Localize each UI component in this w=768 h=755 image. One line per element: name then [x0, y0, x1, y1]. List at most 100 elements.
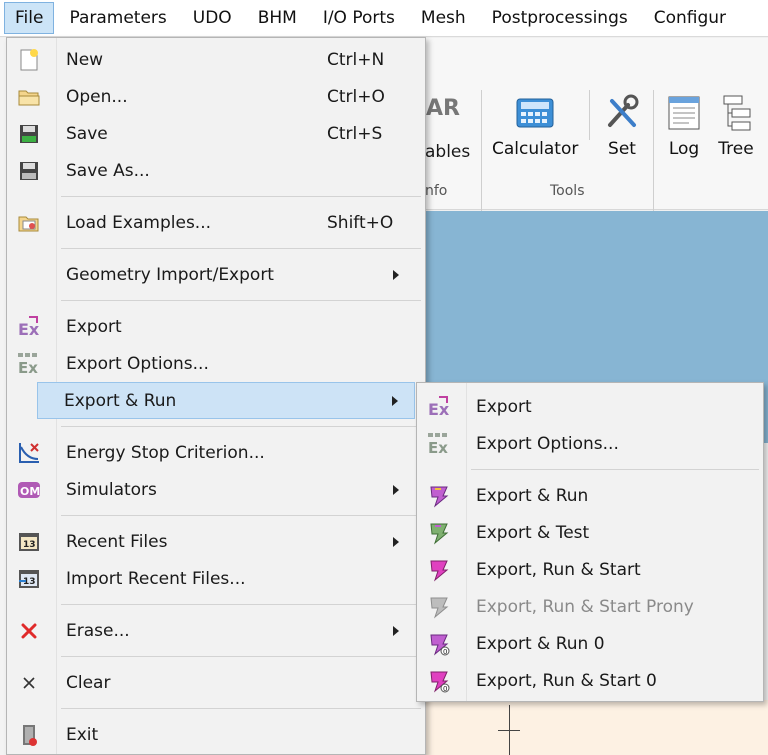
submenu-item-export-run-start-0[interactable]: 0 Export, Run & Start 0	[419, 662, 761, 699]
menu-item-save[interactable]: Save Ctrl+S	[9, 115, 423, 152]
log-button[interactable]: Log	[664, 93, 704, 159]
menu-item-export-and-run[interactable]: Export & Run	[37, 382, 415, 419]
menu-separator	[61, 656, 421, 657]
menu-item-load-examples[interactable]: Load Examples... Shift+O	[9, 204, 423, 241]
tools-icon	[608, 94, 639, 127]
tree-label: Tree	[718, 139, 754, 159]
menu-item-label: Recent Files	[66, 531, 168, 552]
menu-item-label: Clear	[66, 672, 111, 693]
export-options-icon: Ex	[17, 352, 41, 376]
menu-item-label: Export Options...	[66, 353, 209, 374]
menu-item-label: Export & Test	[476, 522, 590, 543]
menu-item-clear[interactable]: Clear	[9, 664, 423, 701]
svg-text:Ex: Ex	[18, 359, 38, 376]
menu-separator	[61, 708, 421, 709]
menu-item-label: Export	[66, 316, 122, 337]
load-examples-icon	[17, 211, 41, 235]
variables-button[interactable]: AR	[420, 96, 460, 136]
menu-item-exit[interactable]: Exit	[9, 716, 423, 753]
menu-mesh[interactable]: Mesh	[408, 0, 479, 36]
menu-item-shortcut: Ctrl+O	[327, 86, 385, 107]
menu-item-label: Export & Run 0	[476, 633, 605, 654]
canvas-bottom-area	[424, 700, 768, 755]
submenu-item-export[interactable]: Ex Export	[419, 388, 761, 425]
menu-item-save-as[interactable]: Save As...	[9, 152, 423, 189]
simulators-icon: OM	[17, 478, 41, 502]
exit-door-icon	[17, 723, 41, 747]
menu-item-export[interactable]: Ex Export	[9, 308, 423, 345]
menu-item-shortcut: Ctrl+N	[327, 49, 385, 70]
submenu-item-export-and-run[interactable]: Export & Run	[419, 477, 761, 514]
svg-text:0: 0	[443, 685, 447, 693]
svg-text:Ex: Ex	[428, 439, 448, 456]
menu-item-simulators[interactable]: OM Simulators	[9, 471, 423, 508]
tools-group-label: Tools	[550, 183, 585, 199]
variables-icon: AR	[426, 96, 460, 121]
energy-stop-icon	[17, 441, 41, 465]
menu-item-import-recent-files[interactable]: 13 Import Recent Files...	[9, 560, 423, 597]
set-button[interactable]: Set	[602, 93, 642, 159]
submenu-arrow-icon	[393, 484, 399, 495]
menu-item-open[interactable]: Open... Ctrl+O	[9, 78, 423, 115]
tree-icon	[723, 95, 751, 131]
menu-item-label: Open...	[66, 86, 128, 107]
info-group-label: nfo	[425, 183, 448, 199]
menu-item-label: Export Options...	[476, 433, 619, 454]
menu-bhm[interactable]: BHM	[245, 0, 310, 36]
menu-item-label: Export	[476, 396, 532, 417]
export-run-start-0-icon: 0	[427, 669, 451, 693]
menu-item-label: Simulators	[66, 479, 157, 500]
submenu-item-export-run-start[interactable]: Export, Run & Start	[419, 551, 761, 588]
set-label: Set	[608, 139, 636, 159]
crosshair-horizontal	[498, 730, 520, 731]
variables-label: ables	[425, 142, 471, 162]
menu-item-label: Export, Run & Start	[476, 559, 641, 580]
menu-postprocessings[interactable]: Postprocessings	[479, 0, 641, 36]
menu-configuration[interactable]: Configur	[641, 0, 739, 36]
export-run-icon	[427, 484, 451, 508]
file-menu: New Ctrl+N Open... Ctrl+O Save Ctrl+S Sa…	[6, 37, 426, 755]
calculator-button[interactable]: Calculator	[492, 93, 578, 159]
menu-item-geometry-import-export[interactable]: Geometry Import/Export	[9, 256, 423, 293]
clear-icon	[17, 671, 41, 695]
new-file-icon	[17, 48, 41, 72]
menu-item-shortcut: Ctrl+S	[327, 123, 383, 144]
ribbon: AR ables nfo Calculator Set Tools Log Tr…	[424, 38, 768, 240]
menu-item-label: Export, Run & Start Prony	[476, 596, 694, 617]
menu-io-ports[interactable]: I/O Ports	[310, 0, 408, 36]
recent-files-icon: 13	[17, 530, 41, 554]
export-icon: Ex	[427, 395, 451, 419]
submenu-item-export-run-start-prony: Export, Run & Start Prony	[419, 588, 761, 625]
menu-item-label: Export & Run	[64, 390, 177, 411]
submenu-item-export-run-0[interactable]: 0 Export & Run 0	[419, 625, 761, 662]
svg-text:13: 13	[23, 540, 36, 550]
menu-item-label: Export & Run	[476, 485, 589, 506]
menu-item-label: Export, Run & Start 0	[476, 670, 657, 691]
export-options-icon: Ex	[427, 432, 451, 456]
menu-parameters[interactable]: Parameters	[56, 0, 179, 36]
menu-item-erase[interactable]: Erase...	[9, 612, 423, 649]
svg-text:0: 0	[443, 648, 447, 656]
menu-separator	[471, 469, 759, 470]
svg-text:OM: OM	[20, 485, 40, 498]
submenu-item-export-and-test[interactable]: Export & Test	[419, 514, 761, 551]
export-run-0-icon: 0	[427, 632, 451, 656]
menu-item-recent-files[interactable]: 13 Recent Files	[9, 523, 423, 560]
export-icon: Ex	[17, 315, 41, 339]
menu-item-export-options[interactable]: Ex Export Options...	[9, 345, 423, 382]
submenu-item-export-options[interactable]: Ex Export Options...	[419, 425, 761, 462]
menu-item-new[interactable]: New Ctrl+N	[9, 41, 423, 78]
submenu-arrow-icon	[393, 536, 399, 547]
calculator-label: Calculator	[492, 139, 579, 159]
save-icon	[17, 122, 41, 146]
menu-separator	[61, 196, 421, 197]
log-label: Log	[668, 139, 700, 159]
menu-file[interactable]: File	[4, 2, 55, 34]
menu-udo[interactable]: UDO	[180, 0, 245, 36]
menu-item-label: Import Recent Files...	[66, 568, 246, 589]
tree-button[interactable]: Tree	[716, 93, 756, 159]
menu-separator	[61, 248, 421, 249]
menu-item-energy-stop-criterion[interactable]: Energy Stop Criterion...	[9, 434, 423, 471]
export-test-icon	[427, 521, 451, 545]
menu-separator	[61, 300, 421, 301]
